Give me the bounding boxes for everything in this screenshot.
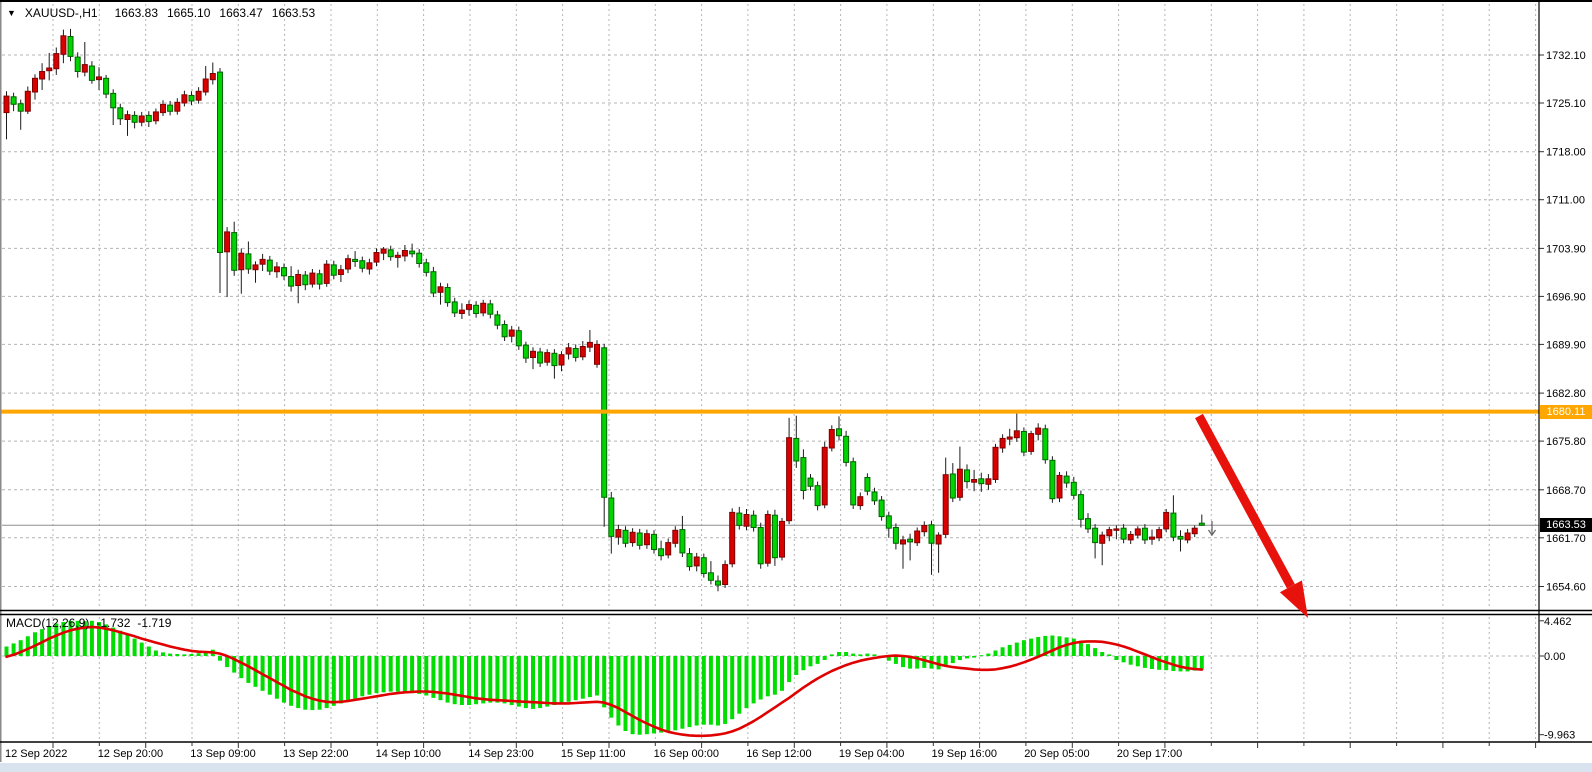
high-value: 1665.10 bbox=[167, 6, 210, 20]
time-axis-label: 14 Sep 10:00 bbox=[376, 748, 441, 760]
close-value: 1663.53 bbox=[272, 6, 315, 20]
macd-indicator-label: MACD(12,26,9) -1.732 -1.719 bbox=[6, 616, 171, 630]
trading-chart-window: 1732.10 1725.10 1718.00 1711.00 1703.90 1696.… bbox=[0, 0, 1592, 772]
macd-main-value: -1.732 bbox=[96, 616, 130, 630]
symbol-timeframe-label: XAUUSD-,H1 bbox=[25, 6, 98, 20]
macd-axis-label: 0.00 bbox=[1544, 651, 1565, 663]
macd-axis-label: 4.462 bbox=[1544, 616, 1572, 628]
time-axis-label: 16 Sep 12:00 bbox=[746, 748, 811, 760]
time-axis-label: 13 Sep 22:00 bbox=[283, 748, 348, 760]
price-axis-label: 1696.90 bbox=[1546, 291, 1586, 303]
price-axis-label: 1725.10 bbox=[1546, 98, 1586, 110]
low-value: 1663.47 bbox=[219, 6, 262, 20]
time-axis-label: 12 Sep 2022 bbox=[5, 748, 67, 760]
time-axis-label: 13 Sep 09:00 bbox=[190, 748, 255, 760]
orange-level-price-tag: 1680.11 bbox=[1540, 405, 1592, 419]
price-axis-label: 1703.90 bbox=[1546, 243, 1586, 255]
chart-svg[interactable]: 1732.10 1725.10 1718.00 1711.00 1703.90 1696.… bbox=[0, 0, 1592, 772]
price-axis-label: 1718.00 bbox=[1546, 147, 1586, 159]
time-axis-label: 15 Sep 11:00 bbox=[561, 748, 626, 760]
price-axis-label: 1689.90 bbox=[1546, 339, 1586, 351]
macd-signal-value: -1.719 bbox=[137, 616, 171, 630]
time-axis-label: 12 Sep 20:00 bbox=[98, 748, 163, 760]
time-axis-label: 19 Sep 16:00 bbox=[932, 748, 997, 760]
price-axis-label: 1661.70 bbox=[1546, 533, 1586, 545]
current-price-tag: 1663.53 bbox=[1540, 518, 1592, 532]
price-axis-label: 1711.00 bbox=[1546, 195, 1585, 207]
time-axis-label: 19 Sep 04:00 bbox=[839, 748, 904, 760]
macd-axis-label: -9.963 bbox=[1544, 730, 1575, 742]
price-axis-label: 1675.80 bbox=[1546, 436, 1586, 448]
ohlc-info-bar: ▼ XAUUSD-,H1 1663.83 1665.10 1663.47 166… bbox=[7, 6, 315, 20]
price-axis-label: 1732.10 bbox=[1546, 50, 1586, 62]
time-axis-label: 14 Sep 23:00 bbox=[468, 748, 533, 760]
price-axis-label: 1668.70 bbox=[1546, 485, 1586, 497]
time-axis-label: 16 Sep 00:00 bbox=[654, 748, 719, 760]
time-axis-label: 20 Sep 17:00 bbox=[1117, 748, 1182, 760]
window-bottom-strip bbox=[0, 763, 1592, 772]
price-axis-label: 1654.60 bbox=[1546, 582, 1586, 594]
macd-name: MACD(12,26,9) bbox=[6, 616, 89, 630]
time-axis-label: 20 Sep 05:00 bbox=[1024, 748, 1089, 760]
price-axis-label: 1682.80 bbox=[1546, 388, 1586, 400]
open-value: 1663.83 bbox=[115, 6, 158, 20]
symbol-dropdown-icon[interactable]: ▼ bbox=[7, 8, 16, 18]
